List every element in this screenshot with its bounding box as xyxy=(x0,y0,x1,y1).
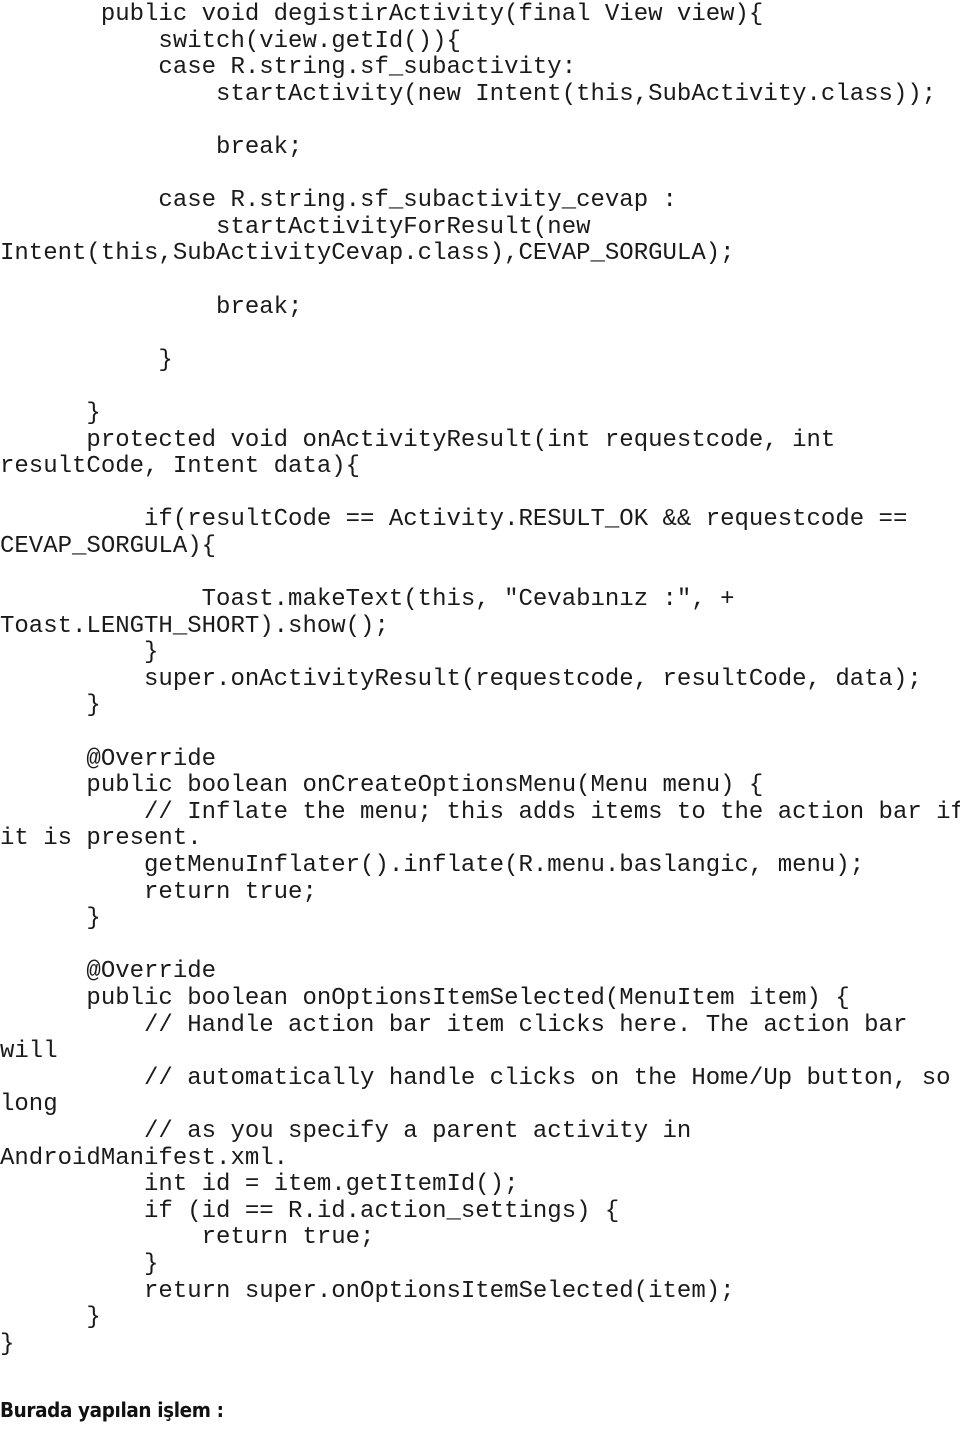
code-line: Toast.LENGTH_SHORT).show(); xyxy=(0,612,389,640)
code-line: } xyxy=(0,399,101,427)
caption-label: Burada yapılan işlem : xyxy=(0,1398,224,1422)
code-line: resultCode, Intent data){ xyxy=(0,453,361,481)
code-line: startActivity(new Intent(this,SubActivit… xyxy=(0,80,937,108)
code-line: @Override xyxy=(0,745,217,773)
document-page: public void degistirActivity(final View … xyxy=(0,0,960,1436)
code-line: super.onActivityResult(requestcode, resu… xyxy=(0,665,922,693)
code-line: @Override xyxy=(0,958,217,986)
code-line: it is present. xyxy=(0,825,202,853)
code-line: long xyxy=(0,1091,58,1119)
code-line: return true; xyxy=(0,878,317,906)
code-line: // automatically handle clicks on the Ho… xyxy=(0,1064,951,1092)
code-line: } xyxy=(0,1250,159,1278)
code-line: Intent(this,SubActivityCevap.class),CEVA… xyxy=(0,240,735,268)
code-line: public boolean onCreateOptionsMenu(Menu … xyxy=(0,772,764,800)
code-line: protected void onActivityResult(int requ… xyxy=(0,426,836,454)
code-line: if(resultCode == Activity.RESULT_OK && r… xyxy=(0,506,908,534)
code-line: } xyxy=(0,1304,101,1332)
code-line: will xyxy=(0,1038,58,1066)
code-line: startActivityForResult(new xyxy=(0,213,591,241)
code-line: case R.string.sf_subactivity_cevap : xyxy=(0,187,677,215)
code-line: getMenuInflater().inflate(R.menu.baslang… xyxy=(0,852,865,879)
code-line: } xyxy=(0,1330,15,1358)
code-line: break; xyxy=(0,293,303,321)
code-line: Toast.makeText(this, "Cevabınız :", + xyxy=(0,586,735,614)
code-listing: public void degistirActivity(final View … xyxy=(0,0,960,1358)
code-line: } xyxy=(0,692,101,720)
code-line: // Handle action bar item clicks here. T… xyxy=(0,1011,908,1039)
code-line: if (id == R.id.action_settings) { xyxy=(0,1197,620,1225)
code-line: AndroidManifest.xml. xyxy=(0,1144,289,1172)
code-line: return true; xyxy=(0,1224,375,1252)
code-line: // as you specify a parent activity in xyxy=(0,1117,692,1145)
code-line: case R.string.sf_subactivity: xyxy=(0,54,577,82)
code-line: break; xyxy=(0,133,303,161)
code-line: CEVAP_SORGULA){ xyxy=(0,532,217,560)
code-line: } xyxy=(0,346,173,374)
code-line: int id = item.getItemId(); xyxy=(0,1171,519,1199)
code-line: switch(view.getId()){ xyxy=(0,27,461,55)
code-line: } xyxy=(0,905,101,933)
code-line: } xyxy=(0,639,159,667)
code-line: public void degistirActivity(final View … xyxy=(0,1,764,28)
code-line: // Inflate the menu; this adds items to … xyxy=(0,798,960,826)
caption-block: Burada yapılan işlem : xyxy=(0,1398,960,1422)
code-line: public boolean onOptionsItemSelected(Men… xyxy=(0,984,850,1012)
code-line: return super.onOptionsItemSelected(item)… xyxy=(0,1277,735,1305)
